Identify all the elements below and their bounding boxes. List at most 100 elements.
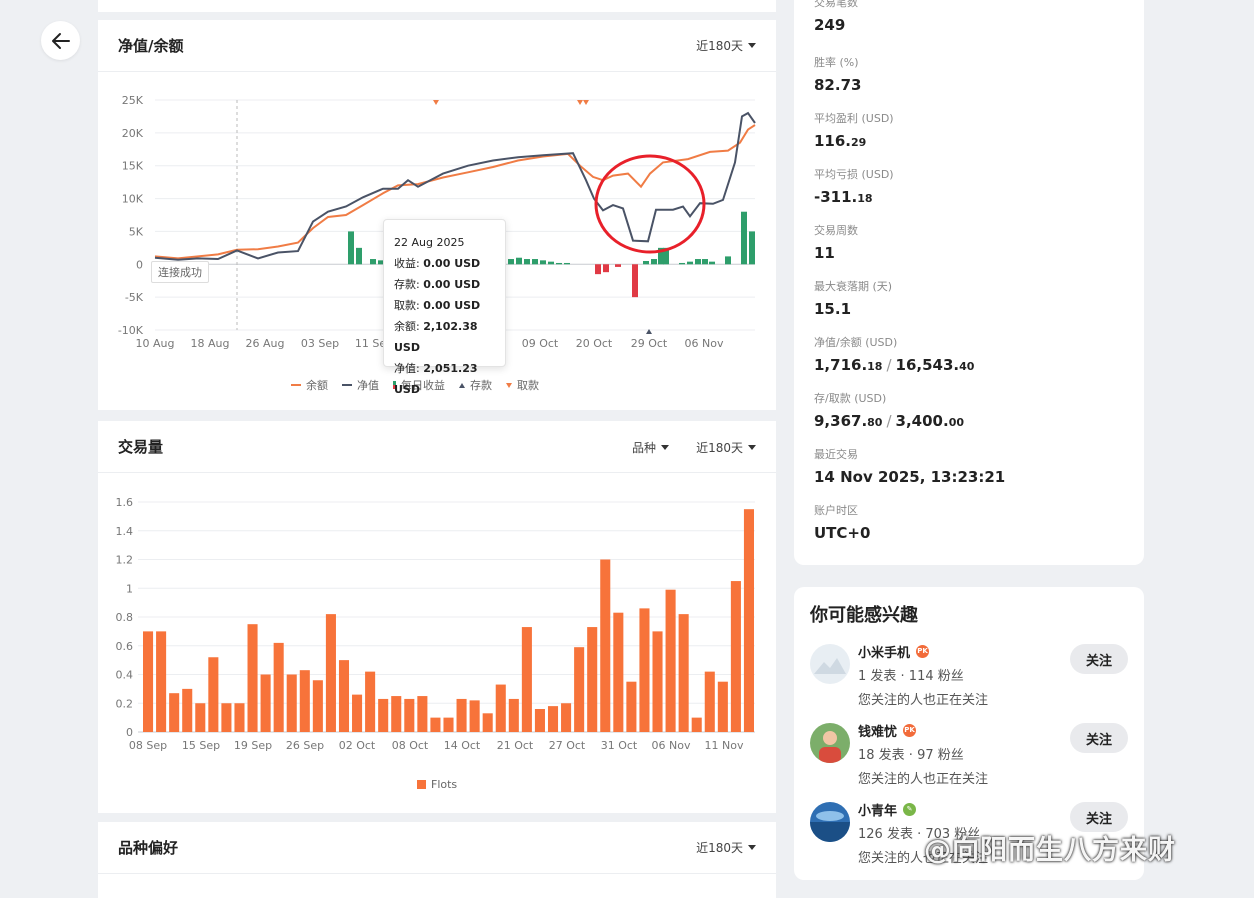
volume-legend[interactable]: Flots [417,778,457,791]
follow-button[interactable]: 关注 [1070,644,1128,674]
volume-bar [600,559,611,732]
x-tick-label: 27 Oct [549,739,586,752]
daily-profit-bar [687,261,693,265]
person-name[interactable]: 小米手机 PK [858,642,930,661]
volume-bar [495,684,506,732]
y-tick-label: 1.4 [116,525,134,538]
leaf-badge-icon: ✎ [903,803,917,816]
x-tick-label: 06 Nov [685,337,724,350]
volume-chart[interactable]: 1.6 1.4 1.2 1 0.8 0.6 0.4 0.2 008 Sep 15 Sep 19 Se… [98,473,776,813]
equity-range-label: 近180天 [696,39,743,53]
y-tick-label: -10K [118,324,144,337]
daily-profit-bar [348,231,354,265]
y-tick-label: 1.6 [116,496,134,509]
stat-avg-profit: 平均盈利 (USD) 116.29 [814,112,894,150]
x-tick-label: 18 Aug [191,337,230,350]
pk-badge-icon: PK [916,645,930,658]
stat-max-drawdown-days: 最大衰落期 (天) 15.1 [814,280,893,318]
volume-bar [587,627,598,732]
x-tick-label: 10 Aug [136,337,175,350]
person-name[interactable]: 小青年 ✎ [858,800,917,819]
stat-avg-loss: 平均亏损 (USD) -311.18 [814,168,894,206]
volume-bar [430,717,441,732]
tooltip-row-balance: 余额: 2,102.38 USD [394,320,478,354]
follow-button[interactable]: 关注 [1070,723,1128,753]
avatar[interactable] [810,802,850,842]
person-meta: 18 发表 · 97 粉丝 [858,748,964,763]
daily-profit-bar [651,259,657,265]
x-tick-label: 26 Aug [246,337,285,350]
daily-profit-bar [679,262,685,265]
volume-bar [182,688,193,732]
withdrawal-marker [583,100,589,105]
y-tick-label: 0.8 [116,611,134,624]
tooltip-date: 22 Aug 2025 [394,236,465,249]
volume-bar [456,698,467,732]
x-tick-label: 11 Nov [705,739,744,752]
recommendation-item[interactable]: 小米手机 PK 1 发表 · 114 粉丝 您关注的人也正在关注 关注 [810,644,1128,714]
account-stats-card: 交易笔数 249 胜率 (%) 82.73 平均盈利 (USD) 116.29 平均亏… [794,0,1144,565]
legend-equity[interactable]: 净值 [342,377,379,393]
volume-bar [534,709,545,732]
daily-profit-bar [556,262,562,265]
daily-profit-bar [643,261,649,265]
daily-profit-bar [702,259,708,265]
pk-badge-icon: PK [903,724,917,737]
y-tick-label: -5K [125,291,144,304]
y-tick-label: 0 [126,726,133,739]
legend-withdrawal[interactable]: 取款 [506,377,539,393]
person-name[interactable]: 钱难忧 PK [858,721,917,740]
stat-timezone: 账户时区 UTC+0 [814,504,871,542]
tooltip-row-equity: 净值: 2,051.23 USD [394,362,478,396]
caret-down-icon [661,445,669,450]
symbol-preference-card: 品种偏好 近180天 [98,822,776,898]
daily-profit-bar [356,247,362,265]
daily-profit-bar [508,259,514,265]
y-tick-label: 15K [122,160,144,173]
volume-range-dropdown[interactable]: 近180天 [696,439,756,456]
daily-profit-bar [615,264,621,267]
volume-bar [678,614,689,732]
volume-bar [404,698,415,732]
volume-bar [378,698,389,732]
x-tick-label: 03 Sep [301,337,339,350]
recommendation-item[interactable]: 钱难忧 PK 18 发表 · 97 粉丝 您关注的人也正在关注 关注 [810,723,1128,793]
volume-bar [273,642,284,732]
x-tick-label: 15 Sep [182,739,220,752]
volume-bar [743,509,754,732]
equity-range-dropdown[interactable]: 近180天 [696,37,756,54]
stat-last-trade: 最近交易 14 Nov 2025, 13:23:21 [814,448,1006,486]
volume-bar [717,681,728,732]
preference-card-title: 品种偏好 [118,839,179,857]
withdrawal-marker [577,100,583,105]
daily-profit-bar [749,231,755,265]
y-tick-label: 10K [122,193,144,206]
volume-bar [639,608,650,732]
legend-balance[interactable]: 余额 [291,377,328,393]
volume-bar [665,589,676,732]
volume-range-label: 近180天 [696,441,743,455]
avatar[interactable] [810,644,850,684]
tooltip-row-deposit: 存款: 0.00 USD [394,278,481,291]
symbol-filter-dropdown[interactable]: 品种 [632,439,669,456]
volume-bar [260,674,271,732]
back-button[interactable] [41,21,80,60]
caret-down-icon [748,445,756,450]
volume-bar [561,703,572,732]
y-tick-label: 0.6 [116,640,134,653]
tooltip-row-profit: 收益: 0.00 USD [394,257,481,270]
volume-bar [613,612,624,732]
y-tick-label: 1.2 [116,554,134,567]
volume-bar [169,693,180,732]
x-tick-label: 31 Oct [601,739,638,752]
volume-bar [286,674,297,732]
previous-card-edge [98,0,776,12]
preference-range-dropdown[interactable]: 近180天 [696,839,756,856]
volume-bar [443,717,454,732]
person-note: 您关注的人也正在关注 [858,772,989,787]
daily-profit-bar [370,259,376,265]
volume-bar [691,717,702,732]
avatar[interactable] [810,723,850,763]
watermark: @向阳而生八方来财 [924,835,1176,866]
daily-profit-bar [632,264,638,298]
